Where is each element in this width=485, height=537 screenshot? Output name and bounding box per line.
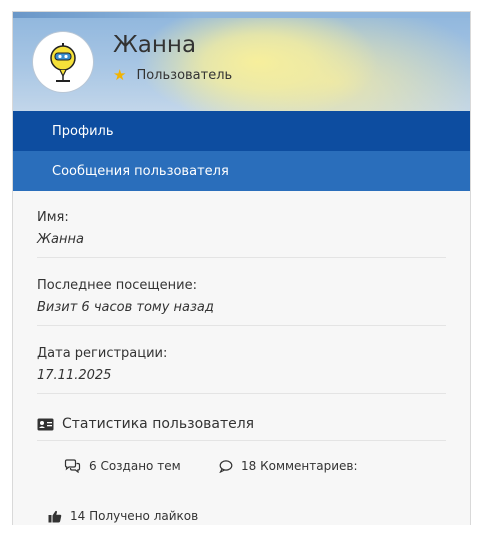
tab-profile-label: Профиль (52, 123, 114, 139)
field-last-visit-label: Последнее посещение: (37, 278, 197, 293)
profile-role-label: Пользователь (136, 68, 233, 83)
stat-comments-label: 18 Комментариев: (241, 459, 358, 473)
profile-role: ★ Пользователь (113, 66, 233, 84)
tab-user-posts-label: Сообщения пользователя (52, 163, 229, 179)
stats-row-1: 6 Создано тем 18 Комментариев: (13, 441, 470, 489)
tab-profile[interactable]: Профиль (13, 111, 470, 151)
user-profile-card: Жанна ★ Пользователь Профиль Сообщения п… (12, 11, 471, 525)
field-registration-date-label: Дата регистрации: (37, 346, 168, 361)
stat-likes: 14 Получено лайков (48, 509, 198, 523)
profile-name: Жанна (113, 32, 197, 58)
thumbs-up-icon (48, 510, 62, 522)
stats-title: Статистика пользователя (62, 416, 255, 432)
field-name: Имя: Жанна (37, 191, 446, 258)
stat-topics-label: 6 Создано тем (89, 459, 181, 473)
field-registration-date: Дата регистрации: 17.11.2025 (37, 326, 446, 394)
profile-header: Жанна ★ Пользователь (13, 12, 470, 111)
field-last-visit-value: Визит 6 часов тому назад (37, 300, 214, 315)
star-icon: ★ (113, 66, 127, 84)
id-card-icon (37, 418, 54, 430)
comments-icon (64, 459, 81, 473)
stats-header: Статистика пользователя (37, 416, 446, 441)
field-last-visit: Последнее посещение: Визит 6 часов тому … (37, 258, 446, 326)
avatar[interactable] (33, 32, 93, 92)
profile-fields: Имя: Жанна Последнее посещение: Визит 6 … (13, 191, 470, 394)
stat-comments: 18 Комментариев: (219, 459, 358, 473)
stats-row-2: 14 Получено лайков (13, 489, 470, 537)
comment-icon (219, 459, 233, 473)
stat-topics: 6 Создано тем (64, 459, 181, 473)
avatar-character-icon (50, 43, 76, 82)
field-registration-date-value: 17.11.2025 (37, 368, 112, 383)
tab-user-posts[interactable]: Сообщения пользователя (13, 151, 470, 191)
field-name-label: Имя: (37, 210, 69, 225)
stat-likes-label: 14 Получено лайков (70, 509, 199, 523)
field-name-value: Жанна (37, 232, 84, 247)
